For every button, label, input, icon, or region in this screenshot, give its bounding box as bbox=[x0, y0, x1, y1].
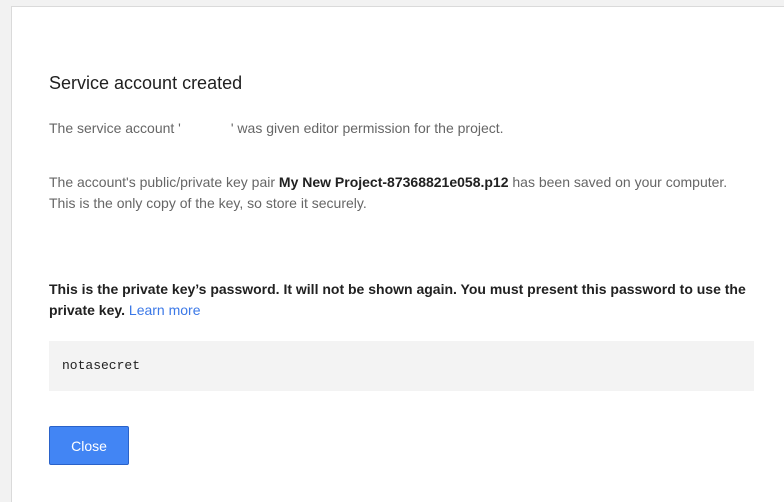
close-button[interactable]: Close bbox=[49, 426, 129, 465]
service-account-dialog: Service account created The service acco… bbox=[11, 6, 784, 502]
dialog-title: Service account created bbox=[49, 73, 243, 93]
password-display[interactable]: notasecret bbox=[49, 341, 754, 391]
key-saved-message: The account's public/private key pair My… bbox=[49, 172, 739, 214]
key-saved-message-start: The account's public/private key pair bbox=[49, 174, 279, 190]
password-warning: This is the private key’s password. It w… bbox=[49, 279, 754, 321]
key-file-name: My New Project-87368821e058.p12 bbox=[278, 174, 509, 190]
permission-message: The service account ' ' was given editor … bbox=[49, 120, 504, 136]
permission-message-end: ' was given editor permission for the pr… bbox=[230, 120, 504, 136]
learn-more-link[interactable]: Learn more bbox=[129, 302, 201, 318]
permission-message-start: The service account ' bbox=[49, 120, 181, 136]
page-background: Service account created The service acco… bbox=[0, 0, 784, 502]
